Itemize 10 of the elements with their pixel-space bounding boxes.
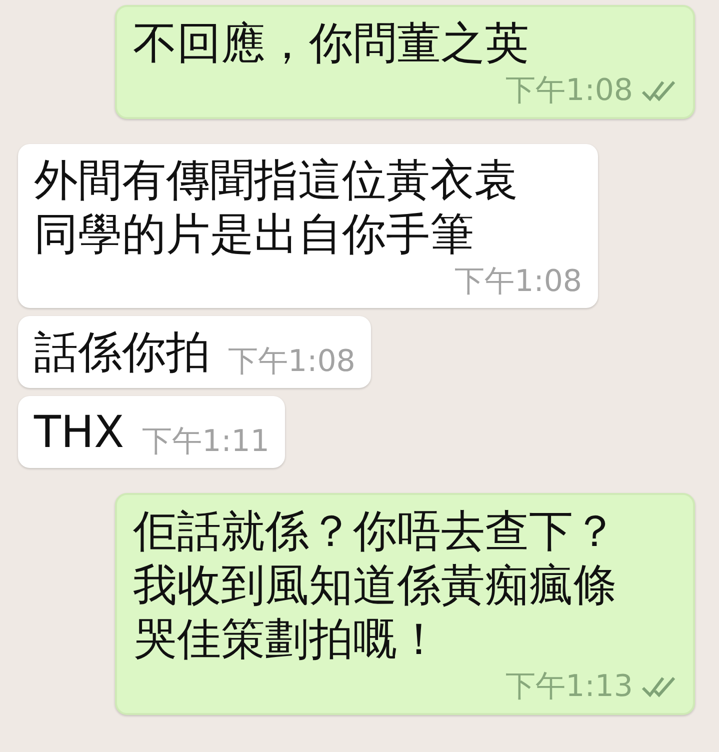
message-text: 佢話就係？你唔去查下？我收到風知道係黃痴瘋條哭佳策劃拍嘅！: [133, 505, 618, 667]
message-time: 下午1:11: [142, 424, 270, 460]
message-text: 外間有傳聞指這位黃衣袁同學的片是出自你手筆: [34, 154, 519, 262]
message-text: 話係你拍: [34, 326, 210, 380]
message-time: 下午1:08: [506, 73, 633, 109]
message-text: 不回應，你問董之英: [133, 17, 529, 71]
message-text: THX: [34, 406, 124, 460]
message-time: 下午1:13: [506, 669, 633, 705]
message-time: 下午1:08: [228, 344, 356, 380]
message-time: 下午1:08: [454, 264, 582, 300]
